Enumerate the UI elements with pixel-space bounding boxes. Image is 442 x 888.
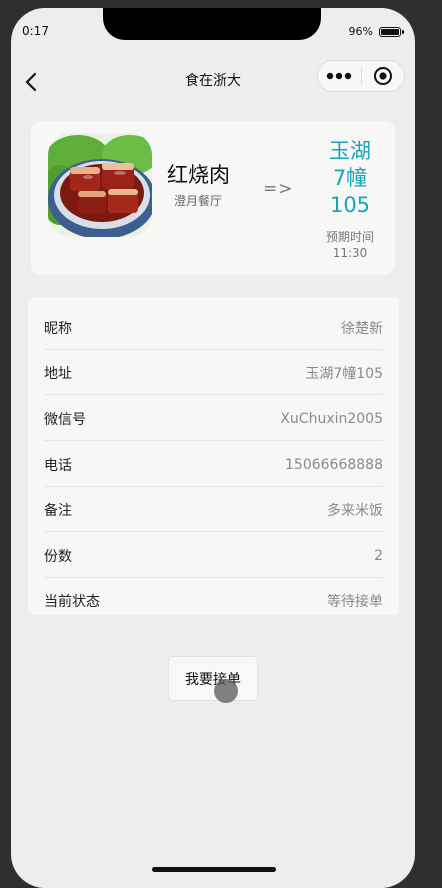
order-card: 红烧肉 澄月餐厅 => 玉湖 7幢 105 预期时间 11:30 [31,121,395,275]
expected-time-label: 预期时间 [325,230,374,244]
food-name: 红烧肉 [167,163,230,187]
expected-time-value: 11:30 [332,246,368,260]
info-label: 备注 [44,502,72,519]
info-value: 15066668888 [285,456,383,473]
info-row-phone: 电话 15066668888 [28,442,399,487]
restaurant-name: 澄月餐厅 [174,194,223,208]
info-value: 玉湖7幢105 [305,365,383,382]
info-row-quantity: 份数 2 [28,533,399,578]
info-row-address: 地址 玉湖7幢105 [28,350,399,395]
info-value: 等待接单 [327,593,383,610]
order-info-list: 昵称 徐楚新 地址 玉湖7幢105 微信号 XuChuxin2005 电话 15… [28,297,399,615]
status-indicators: 96% [348,25,404,38]
camera-notch [103,8,321,40]
destination-line: 105 [329,193,371,217]
info-value: 2 [374,547,383,564]
capsule-menu [317,60,405,92]
delivery-arrow: => [263,179,294,199]
battery-icon [379,26,404,37]
battery-percent: 96% [348,25,373,38]
phone-screen: 0:17 96% 食在浙大 红烧肉 澄月餐厅 => 玉湖 7幢 105 预期时间… [11,8,415,888]
info-value: 多来米饭 [327,502,383,519]
info-row-wechat: 微信号 XuChuxin2005 [28,396,399,441]
info-value: XuChuxin2005 [280,410,383,427]
status-time: 0:17 [22,24,49,38]
touch-indicator [214,679,238,703]
more-button[interactable] [318,72,361,80]
info-label: 份数 [44,548,72,565]
delivery-destination: 玉湖 7幢 105 [314,138,386,219]
target-icon [373,67,392,85]
more-dots-icon [327,72,352,80]
accept-order-button[interactable]: 我要接单 [168,656,258,701]
info-row-nickname: 昵称 徐楚新 [28,305,399,350]
info-row-status: 当前状态 等待接单 [28,578,399,623]
info-label: 微信号 [44,411,86,428]
close-miniprogram-button[interactable] [362,66,405,86]
info-label: 电话 [44,457,72,474]
destination-line: 7幢 [332,166,368,190]
info-label: 昵称 [44,320,72,337]
info-row-note: 备注 多来米饭 [28,487,399,532]
info-label: 地址 [44,365,72,382]
destination-line: 玉湖 [329,139,371,163]
info-label: 当前状态 [44,593,100,610]
info-value: 徐楚新 [341,320,383,337]
expected-time: 预期时间 11:30 [314,229,386,261]
food-image [48,133,152,237]
